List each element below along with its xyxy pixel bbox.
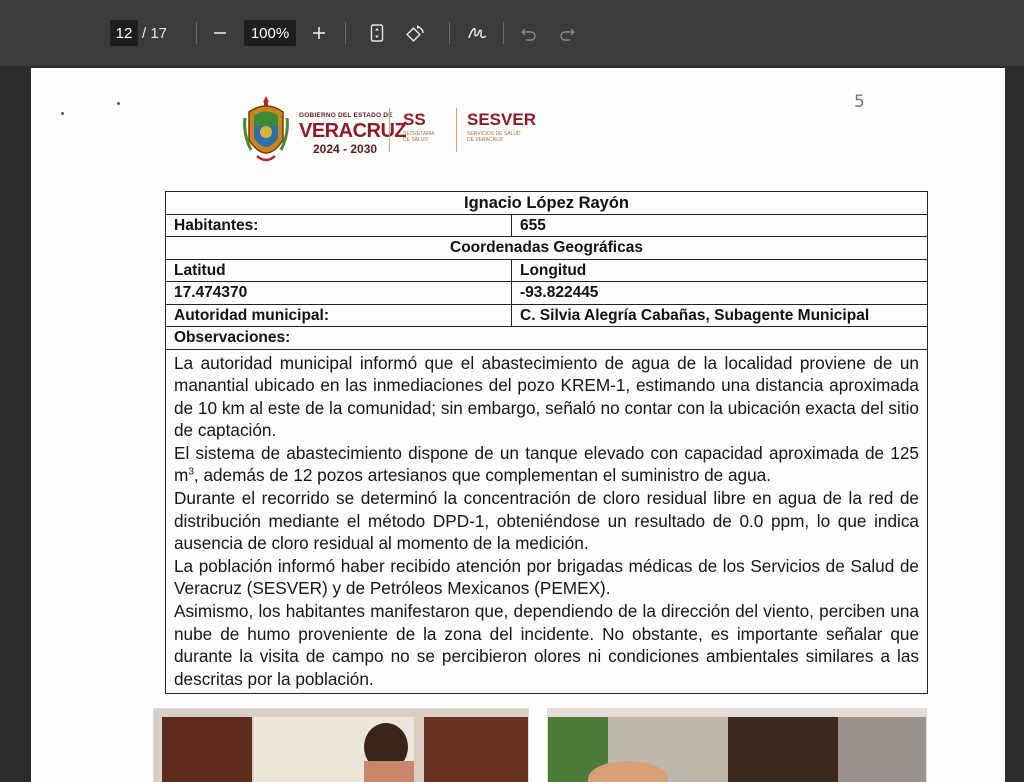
- redo-icon[interactable]: [554, 20, 580, 46]
- government-name: VERACRUZ: [299, 120, 407, 142]
- latitude-label: Latitud: [166, 259, 512, 281]
- veracruz-crest-logo: [243, 96, 289, 162]
- observation-paragraph: Asimismo, los habitantes manifestaron qu…: [174, 601, 919, 689]
- field-photo: [547, 708, 927, 782]
- government-label: GOBIERNO DEL ESTADO DE: [299, 112, 393, 119]
- latitude-value: 17.474370: [166, 282, 512, 304]
- inhabitants-value: 655: [520, 216, 546, 234]
- fit-page-icon[interactable]: [364, 20, 390, 46]
- toolbar-divider: [345, 22, 346, 44]
- sesver-logo-text: SESVER: [467, 110, 536, 129]
- longitude-value: -93.822445: [520, 284, 599, 301]
- government-period: 2024 - 2030: [313, 142, 378, 156]
- scan-speck: [61, 112, 64, 115]
- rotate-icon[interactable]: [402, 20, 428, 46]
- toolbar-divider: [449, 22, 450, 44]
- logo-divider: [456, 108, 457, 152]
- page-total-label: / 17: [142, 24, 168, 42]
- sesver-logo-subtitle: SERVICIOS DE SALUD DE VERACRUZ: [467, 131, 521, 143]
- zoom-in-icon[interactable]: [306, 20, 332, 46]
- scan-speck: [117, 102, 120, 105]
- authority-label: Autoridad municipal:: [166, 304, 512, 326]
- zoom-out-icon[interactable]: [207, 20, 233, 46]
- draw-icon[interactable]: [464, 20, 490, 46]
- toolbar-divider: [196, 22, 197, 44]
- coordinates-header: Coordenadas Geográficas: [450, 239, 643, 256]
- longitude-label: Longitud: [520, 261, 587, 279]
- observation-paragraph: El sistema de abastecimiento dispone de …: [174, 442, 919, 486]
- undo-icon[interactable]: [516, 20, 542, 46]
- ss-logo-text: SS: [403, 110, 426, 129]
- page-number: 5: [854, 92, 865, 112]
- inhabitants-label: Habitantes:: [166, 214, 512, 236]
- authority-value: C. Silvia Alegría Cabañas, Subagente Mun…: [520, 306, 870, 324]
- document-page: 5 GOBIERNO DEL ESTADO DE VERACRUZ 2024 -…: [31, 68, 1005, 782]
- ss-logo-subtitle: SECRETARÍA DE SALUD: [403, 131, 435, 143]
- toolbar-divider: [503, 22, 504, 44]
- logo-divider: [389, 108, 390, 152]
- observations-label: Observaciones:: [174, 329, 291, 346]
- observation-paragraph: Durante el recorrido se determinó la con…: [174, 488, 919, 554]
- observations-text: La autoridad municipal informó que el ab…: [166, 350, 927, 694]
- field-photo: [153, 708, 529, 782]
- observation-paragraph: La autoridad municipal informó que el ab…: [174, 352, 919, 441]
- observation-paragraph: La población informó haber recibido aten…: [174, 555, 919, 599]
- page-number-input[interactable]: 12: [110, 20, 138, 46]
- locality-table: Ignacio López Rayón Habitantes: 655 Coor…: [165, 191, 928, 695]
- pdf-toolbar: 12 / 17 100%: [0, 0, 1024, 66]
- locality-title: Ignacio López Rayón: [463, 194, 630, 212]
- zoom-level-input[interactable]: 100%: [244, 20, 296, 46]
